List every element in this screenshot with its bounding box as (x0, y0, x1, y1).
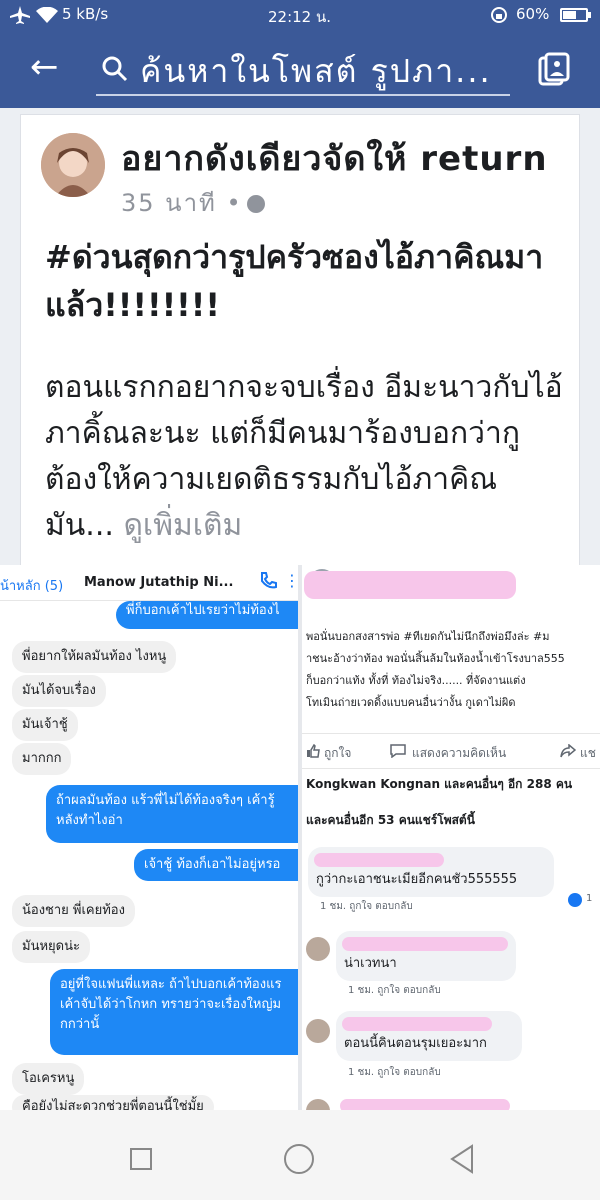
chat-bubble-in: มันหยุดน่ะ (12, 931, 90, 963)
share-icon (560, 744, 576, 758)
comment-button: แสดงความคิดเห็น (412, 746, 507, 760)
chat-bubble-in: มากกก (12, 743, 72, 775)
image-divider (298, 565, 302, 1110)
chat-bubble-line: ถ้าผลมันท้อง แร้วพี่ไม่ได้ท้องจริงๆ เค้า… (56, 793, 275, 808)
network-speed: 5 kB/s (62, 5, 109, 23)
post-time: 35 นาที • (121, 189, 243, 217)
post-card: อยากดังเดียวจัดให้ return 35 นาที • #ด่ว… (20, 114, 580, 574)
redaction-mark (340, 1099, 510, 1110)
chat-bubble-line: กกว่านั้ (60, 1017, 100, 1032)
search-input[interactable]: ค้นหาในโพสต์ รูปภา... (140, 46, 492, 97)
redaction-mark (304, 571, 516, 599)
reaction-count: 1 (586, 893, 593, 904)
chat-bubble-out: ถ้าผลมันท้อง แร้วพี่ไม่ได้ท้องจริงๆ เค้า… (46, 785, 298, 843)
chat-bubble-out: อยู่ที่ใจแฟนพี่แหละ ถ้าไปบอกเค้าท้องแร เ… (50, 969, 298, 1055)
post-author[interactable]: อยากดังเดียวจัดให้ return (121, 131, 548, 185)
post-meta: 35 นาที • (121, 183, 265, 222)
fb-post-line: พอนั่นบอกสงสารพ่อ #ทีเยดกันไม่นึกถึงพ่อม… (306, 630, 550, 643)
fb-post-line: าชนะอ้างว่าท้อง พอนั่นสิ้นล้มในห้องน้ำเข… (306, 652, 565, 665)
comment-meta: 1 ชม. ถูกใจ ตอบกลับ (320, 901, 413, 912)
chat-bubble-line: หลังทำไงอ่า (56, 813, 123, 828)
chat-bubble-in: มันเจ้าชู้ (12, 709, 78, 741)
battery-level (563, 11, 577, 19)
comment-bubble: กูว่ากะเอาชนะเมียอีกคนชัว555555 (308, 847, 554, 897)
comment-meta: 1 ชม. ถูกใจ ตอบกลับ (348, 1067, 441, 1078)
status-bar: 5 kB/s 22:12 น. 60% (0, 0, 600, 30)
author-avatar[interactable] (41, 133, 105, 197)
comment-icon (390, 744, 406, 758)
search-icon (102, 56, 128, 82)
post-headline: #ด่วนสุดกว่ารูปครัวซองไอ้ภาคิณมาแล้ว!!!!… (45, 238, 544, 324)
redaction-mark (314, 853, 444, 867)
like-reaction-icon (568, 893, 582, 907)
comment-text: กูว่ากะเอาชนะเมียอีกคนชัว555555 (316, 872, 518, 887)
chat-contact-name: Manow Jutathip Ni... (84, 575, 234, 590)
avatar (306, 1099, 330, 1110)
comment-bubble: ตอนนี้คินตอนรุมเยอะมาก (336, 1011, 522, 1061)
airplane-icon (10, 6, 30, 24)
chat-bubble-in: โอเครหนู (12, 1063, 85, 1095)
photo-icon[interactable] (538, 52, 570, 86)
fb-post-header (302, 565, 600, 601)
see-more-link[interactable]: ดูเพิ่มเติม (123, 508, 242, 543)
wifi-icon (36, 7, 58, 23)
globe-icon (246, 195, 265, 213)
comment-bubble: น่าเวทนา (336, 931, 516, 981)
phone-icon (261, 572, 277, 589)
search-header: ← ค้นหาในโพสต์ รูปภา... (0, 30, 600, 108)
battery-percent: 60% (516, 5, 550, 23)
back-nav-icon[interactable] (448, 1144, 476, 1174)
redaction-mark (342, 1017, 492, 1031)
chat-bubble-in: พี่อยากให้ผลมันท้อง ไงหนู (12, 641, 177, 673)
search-underline (96, 94, 510, 96)
home-icon[interactable] (284, 1144, 314, 1174)
avatar (306, 937, 330, 961)
back-arrow-icon[interactable]: ← (30, 50, 59, 84)
recent-apps-icon[interactable] (130, 1148, 152, 1170)
likes-summary: Kongkwan Kongnan และคนอื่นๆ อีก 288 คน (306, 777, 573, 791)
chat-bubble-in: น้องชาย พี่เคยท้อง (12, 895, 135, 927)
share-button: แช (580, 746, 596, 760)
chat-bubble-in: คือยังไม่สะดวกช่วยพี่ตอนนี้ใช่มั้ย (12, 1095, 214, 1110)
rotation-lock-icon (491, 7, 507, 23)
comment-meta: 1 ชม. ถูกใจ ตอบกลับ (348, 985, 441, 996)
post-body: ตอนแรกกอยากจะจบเรื่อง อีมะนาวกับไอ้ภาคิ้… (45, 365, 565, 549)
chat-header: น้าหลัก (5) Manow Jutathip Ni... ⋮ (0, 565, 300, 601)
avatar (306, 1019, 330, 1043)
navigation-bar (0, 1110, 600, 1200)
clock: 22:12 น. (268, 8, 332, 26)
battery-icon (560, 8, 591, 22)
chat-bubble-line: อยู่ที่ใจแฟนพี่แหละ ถ้าไปบอกเค้าท้องแร (60, 977, 282, 992)
chat-bubble-out: พี่ก็บอกเค้าไปเรยว่าไม่ท้องไ (116, 601, 298, 629)
redaction-mark (342, 937, 508, 951)
fb-post-line: ก็บอกว่าแท้ง ทั้งที่ ท้องไม่จริง...... ท… (306, 674, 526, 687)
comment-text: ตอนนี้คินตอนรุมเยอะมาก (344, 1036, 487, 1051)
chat-back-label: น้าหลัก (5) (0, 579, 64, 594)
shares-summary: และคนอื่นอีก 53 คนแชร์โพสต์นี้ (306, 813, 475, 827)
fb-action-bar: ถูกใจ แสดงความคิดเห็น แช (302, 733, 600, 769)
comment-text: น่าเวทนา (344, 956, 397, 971)
chat-bubble-in: มันได้จบเรื่อง (12, 675, 106, 707)
chat-bubble-line: เค้าจับได้ว่าโกหก ทรายว่าจะเรื่องใหญ่ม (60, 997, 282, 1012)
fb-post-line: โทเมินถ่ายเวดดิ้งแบบคนอื่นว่างั้น กูเดาไ… (306, 696, 516, 709)
chat-bubble-out: เจ้าชู้ ท้องก็เอาไม่อยู่หรอ (134, 849, 298, 881)
like-button: ถูกใจ (324, 746, 352, 760)
like-icon (307, 744, 320, 758)
post-image[interactable]: น้าหลัก (5) Manow Jutathip Ni... ⋮ พี่ก็… (0, 565, 600, 1110)
